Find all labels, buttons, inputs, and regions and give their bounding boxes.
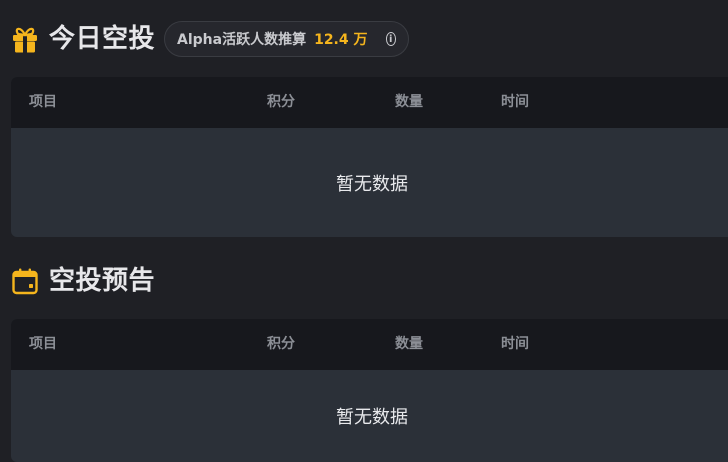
today-airdrop-header: 今日空投 — [11, 24, 155, 54]
column-project: 项目 — [29, 336, 57, 352]
table-header: 项目 积分 数量 时间 — [11, 77, 728, 128]
column-points: 积分 — [267, 336, 295, 352]
calendar-icon — [11, 266, 39, 296]
column-quantity: 数量 — [395, 94, 423, 110]
info-icon[interactable]: i — [385, 32, 396, 46]
column-project: 项目 — [29, 94, 57, 110]
column-quantity: 数量 — [395, 336, 423, 352]
empty-state: 暂无数据 — [336, 173, 408, 195]
today-airdrop-table: 项目 积分 数量 时间 暂无数据 — [11, 77, 728, 237]
forecast-airdrop-table: 项目 积分 数量 时间 暂无数据 — [11, 319, 728, 462]
forecast-airdrop-title: 空投预告 — [49, 266, 156, 296]
active-users-value: 12.4 万 — [314, 32, 368, 48]
forecast-airdrop-header: 空投预告 — [11, 266, 155, 296]
empty-state: 暂无数据 — [336, 407, 408, 428]
gift-icon — [11, 24, 39, 54]
active-users-estimate-pill: Alpha活跃人数推算 12.4 万 i — [164, 21, 409, 57]
active-users-label: Alpha活跃人数推算 — [177, 32, 307, 48]
table-header: 项目 积分 数量 时间 — [11, 319, 728, 370]
today-airdrop-title: 今日空投 — [49, 24, 156, 54]
column-points: 积分 — [267, 94, 295, 110]
column-time: 时间 — [501, 94, 529, 110]
column-time: 时间 — [501, 336, 529, 352]
